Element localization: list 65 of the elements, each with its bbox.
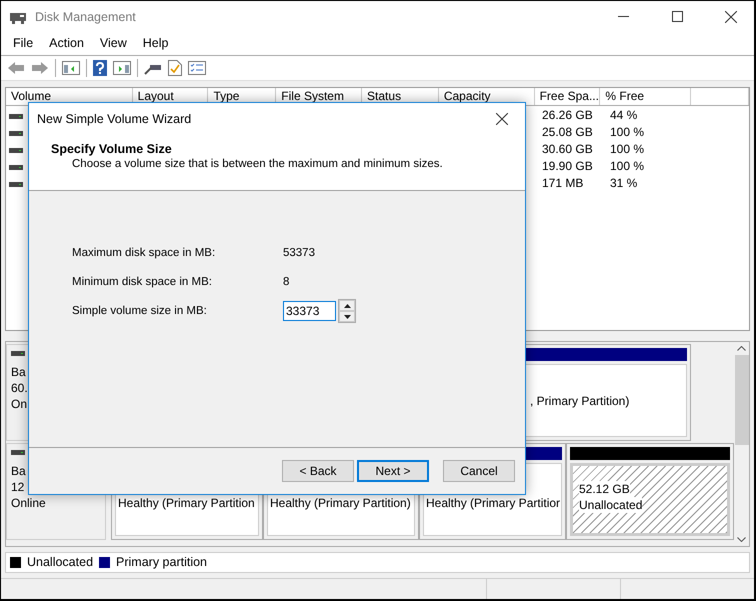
disk-info-text: Online xyxy=(11,496,47,512)
disk-drive-icon xyxy=(9,148,23,153)
field-label: Minimum disk space in MB: xyxy=(72,276,213,288)
column-header[interactable]: Free Spa... xyxy=(534,88,600,106)
table-cell-text: 100 % xyxy=(609,142,646,156)
partition-text: Healthy (Primary Partition) xyxy=(270,494,412,511)
table-cell-text: 25.08 GB xyxy=(541,124,594,139)
field-value: 53373 xyxy=(283,247,315,259)
table-cell-text: 44 % xyxy=(609,108,638,122)
partition-text: Healthy (Primary Partitior xyxy=(426,494,561,511)
menu-item[interactable]: Help xyxy=(134,36,176,50)
wizard-button[interactable]: < Back xyxy=(282,460,354,482)
table-cell-text: 26.26 GB xyxy=(541,108,594,122)
scroll-down-icon[interactable] xyxy=(737,536,746,542)
menu-item[interactable]: View xyxy=(92,36,135,50)
partition-text: 52.12 GB xyxy=(579,480,630,497)
table-cell-text: 100 % xyxy=(609,158,646,173)
size-input-field[interactable]: 33373 xyxy=(283,301,336,321)
forward-arrow-icon[interactable] xyxy=(31,61,49,76)
document-check-icon[interactable] xyxy=(168,60,182,76)
column-header[interactable]: % Free xyxy=(600,88,692,106)
table-cell-text: 31 % xyxy=(609,176,638,190)
disk-info-text: Ba xyxy=(11,464,27,480)
disk-info-text: 12 xyxy=(11,480,26,496)
partition-text: , Primary Partition) xyxy=(530,392,630,409)
disk-info-text: 60. xyxy=(11,381,29,396)
legend-label: Unallocated xyxy=(27,555,94,570)
page-subtitle: Choose a volume size that is between the maximum and minimum sizes. xyxy=(71,158,444,170)
disk-info-text: On xyxy=(11,397,28,412)
minimize-icon xyxy=(618,16,628,17)
action-pane-icon[interactable] xyxy=(113,61,131,76)
page-heading: Specify Volume Size xyxy=(51,142,173,156)
help-icon[interactable] xyxy=(93,60,107,76)
close-icon xyxy=(496,112,508,124)
disk-info-text: Ba xyxy=(11,365,27,380)
menu-item[interactable]: File xyxy=(5,36,42,50)
partition-block[interactable]: 52.12 GB Unallocated xyxy=(566,443,734,540)
table-cell-text: 171 MB xyxy=(541,176,584,190)
field-label: Simple volume size in MB: xyxy=(72,305,208,317)
close-icon xyxy=(725,10,737,22)
disk-drive-icon xyxy=(9,182,23,187)
window-title: Disk Management xyxy=(35,10,137,24)
checklist-icon[interactable] xyxy=(188,61,206,76)
wizard-button[interactable]: Next > xyxy=(357,460,429,482)
scroll-up-icon[interactable] xyxy=(737,346,746,352)
dialog-title: New Simple Volume Wizard xyxy=(37,112,192,126)
table-cell-text: 30.60 GB xyxy=(541,142,594,156)
legend-label: Primary partition xyxy=(116,555,208,570)
table-cell-text: 100 % xyxy=(609,124,646,139)
disk-drive-icon xyxy=(9,164,23,170)
partition-text: Unallocated xyxy=(579,496,642,513)
field-value: 8 xyxy=(283,276,290,288)
spin-buttons[interactable] xyxy=(338,299,356,323)
console-tree-icon[interactable] xyxy=(62,61,80,76)
wizard-button[interactable]: Cancel xyxy=(443,460,515,482)
partition-text: Healthy (Primary Partition xyxy=(118,494,256,511)
menu-item[interactable]: Action xyxy=(41,36,92,50)
disk-drive-icon xyxy=(9,130,23,136)
disk-drive-icon xyxy=(11,450,25,456)
maximize-icon xyxy=(672,11,682,22)
field-label: Maximum disk space in MB: xyxy=(72,247,216,259)
back-arrow-icon[interactable] xyxy=(7,61,25,76)
disk-drive-icon xyxy=(11,351,25,356)
disk-drive-icon xyxy=(9,114,23,119)
table-cell-text: 19.90 GB xyxy=(541,158,594,173)
